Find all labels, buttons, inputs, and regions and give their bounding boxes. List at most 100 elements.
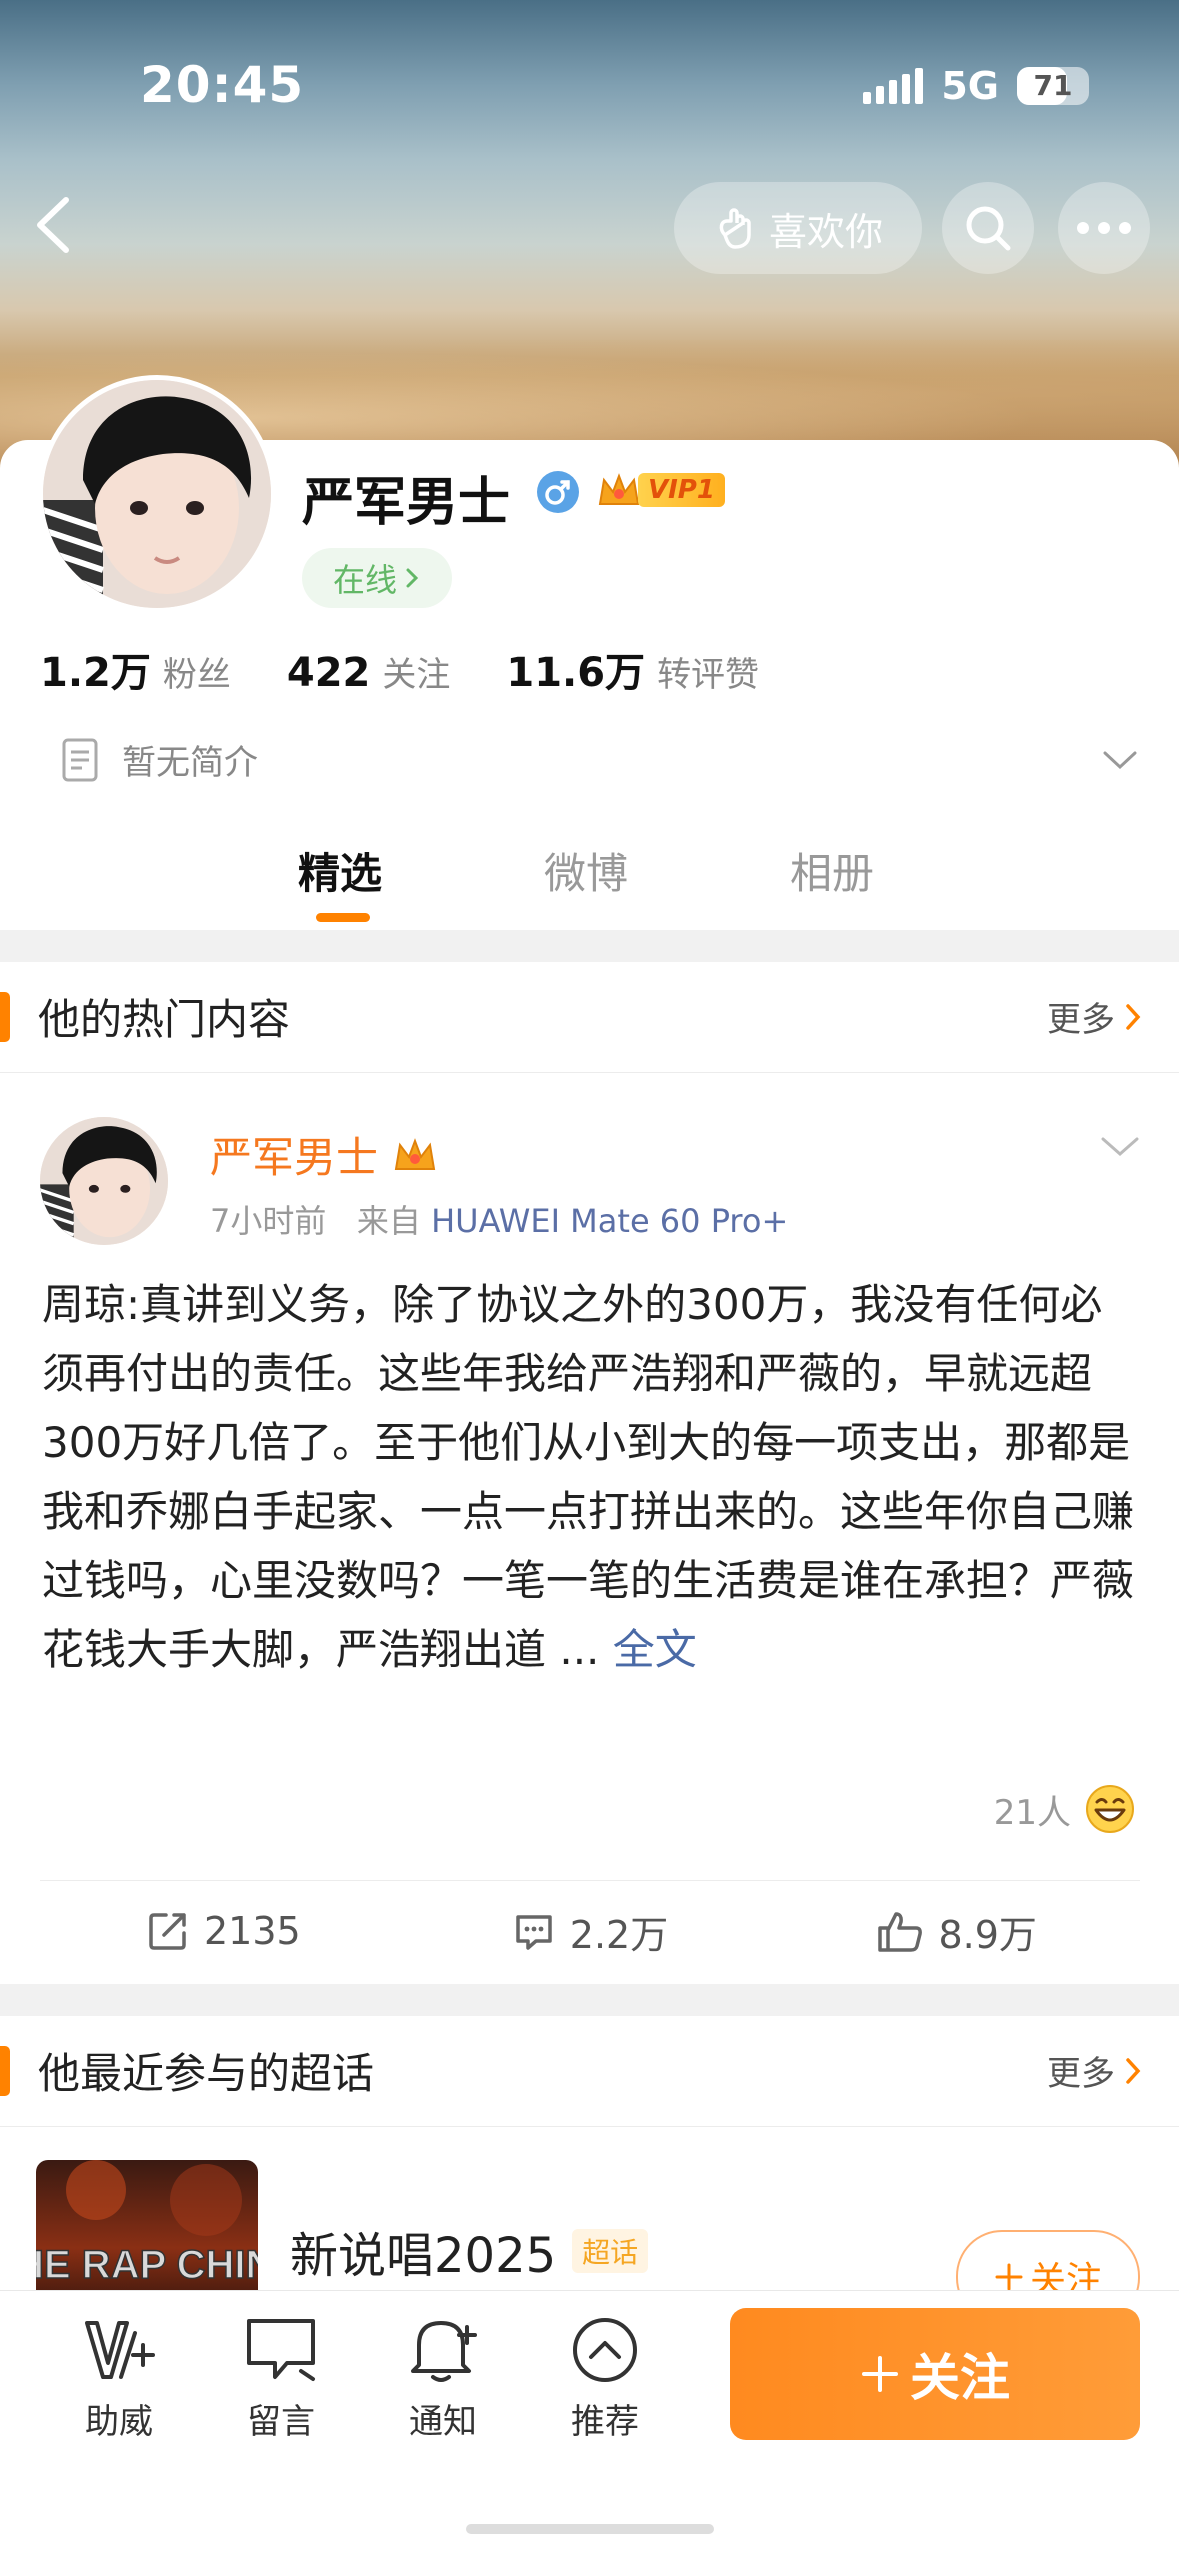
following-count[interactable]: 422 <box>287 650 371 696</box>
battery-icon: 71 <box>1017 67 1089 105</box>
plus-icon <box>995 2263 1023 2291</box>
notify-button[interactable]: 通知 <box>378 2310 508 2443</box>
laughing-emoji-icon <box>1086 1785 1134 1833</box>
like-you-label: 喜欢你 <box>768 209 883 254</box>
recommend-button[interactable]: 推荐 <box>540 2310 670 2443</box>
chevron-right-icon <box>1126 2057 1141 2084</box>
like-count: 8.9万 <box>938 1912 1037 1957</box>
cheer-label: 助威 <box>85 2402 153 2442</box>
battery-level: 71 <box>1033 69 1073 102</box>
thumbs-up-icon <box>878 1912 923 1952</box>
bio-text: 暂无简介 <box>122 743 258 783</box>
topic-more-link[interactable]: 更多 <box>1047 2046 1143 2095</box>
profile-name-text: 严军男士 <box>302 473 511 533</box>
message-icon <box>241 2310 321 2390</box>
expand-bio-button[interactable] <box>1102 748 1138 776</box>
comment-button[interactable]: 2.2万 <box>407 1881 774 1981</box>
section-accent-bar <box>0 2046 10 2096</box>
follow-button[interactable]: 关注 <box>730 2308 1140 2440</box>
finger-heart-icon <box>719 208 751 249</box>
followers-label[interactable]: 粉丝 <box>163 647 231 696</box>
crown-icon <box>394 1137 436 1170</box>
home-indicator <box>466 2524 714 2534</box>
bell-icon <box>403 2310 483 2390</box>
post-meta: 7小时前 来自 HUAWEI Mate 60 Pro+ <box>210 1196 788 1242</box>
more-label: 更多 <box>1047 2054 1115 2094</box>
search-icon <box>966 206 1011 251</box>
cheer-button[interactable]: 助威 <box>54 2310 184 2443</box>
profile-bio[interactable]: 暂无简介 <box>60 735 258 784</box>
super-topic-badge: 超话 <box>572 2229 649 2273</box>
followers-count[interactable]: 1.2万 <box>40 640 151 698</box>
post-source[interactable]: HUAWEI Mate 60 Pro+ <box>431 1202 788 1240</box>
search-button[interactable] <box>942 182 1034 274</box>
post-author-name[interactable]: 严军男士 <box>210 1124 438 1185</box>
online-status[interactable]: 在线 <box>302 548 452 608</box>
engagement-count: 11.6万 <box>506 650 646 696</box>
chevron-left-icon <box>37 197 69 253</box>
hot-content-more-link[interactable]: 更多 <box>1047 992 1143 1041</box>
post-source-prefix: 来自 <box>356 1202 421 1240</box>
chevron-down-icon <box>1101 1137 1139 1157</box>
repost-count: 2135 <box>203 1909 301 1953</box>
network-type: 5G <box>941 64 999 108</box>
message-label: 留言 <box>247 2402 315 2442</box>
hot-content-header: 他的热门内容 更多 <box>0 962 1179 1073</box>
vip-badge[interactable]: VIP1 <box>596 470 725 510</box>
topic-name[interactable]: 新说唱2025 超话 <box>290 2216 649 2286</box>
hot-content-title: 他的热门内容 <box>38 995 291 1044</box>
notify-label: 通知 <box>409 2402 477 2442</box>
message-button[interactable]: 留言 <box>216 2310 346 2443</box>
repost-button[interactable]: 2135 <box>40 1881 407 1981</box>
signal-icon <box>863 68 924 104</box>
post-text: 周琼:真讲到义务，除了协议之外的300万，我没有任何必须再付出的责任。这些年我给… <box>42 1280 1135 1674</box>
post-reactors[interactable]: 21人 <box>994 1784 1135 1834</box>
follow-label: 关注 <box>910 2349 1010 2407</box>
post-author-name-text: 严军男士 <box>210 1133 379 1182</box>
status-time: 20:45 <box>140 56 305 114</box>
online-label: 在线 <box>332 561 397 599</box>
topic-name-text: 新说唱2025 <box>290 2228 557 2284</box>
more-button[interactable] <box>1058 182 1150 274</box>
profile-stats: 1.2万 粉丝 422 关注 11.6万 转评赞 <box>40 640 815 698</box>
profile-avatar[interactable] <box>38 375 276 613</box>
post-time: 7小时前 <box>210 1202 327 1240</box>
tab-album[interactable]: 相册 <box>790 840 874 901</box>
full-text-link[interactable]: 全文 <box>613 1625 697 1674</box>
post-author-avatar[interactable] <box>40 1117 168 1245</box>
plus-icon <box>862 2356 898 2392</box>
document-icon <box>62 738 98 781</box>
cheer-icon <box>79 2310 159 2390</box>
chevron-right-icon <box>406 568 419 588</box>
active-tab-indicator <box>316 913 370 922</box>
more-label: 更多 <box>1047 1000 1115 1040</box>
recommend-label: 推荐 <box>571 2402 639 2442</box>
chevron-down-icon <box>1103 751 1137 770</box>
comment-count: 2.2万 <box>569 1912 669 1957</box>
share-icon <box>149 1913 186 1950</box>
more-dots-icon <box>1077 222 1131 234</box>
like-you-button[interactable]: 喜欢你 <box>674 182 922 274</box>
topic-section-title: 他最近参与的超话 <box>38 2049 375 2098</box>
like-button[interactable]: 8.9万 <box>773 1881 1140 1981</box>
post-actions: 2135 2.2万 8.9万 <box>40 1880 1140 1981</box>
following-label[interactable]: 关注 <box>382 647 450 696</box>
status-indicators: 5G 71 <box>863 62 1089 110</box>
chevron-right-icon <box>1126 1003 1141 1030</box>
reactors-count: 21人 <box>993 1792 1071 1833</box>
gender-male-icon <box>536 470 580 518</box>
section-accent-bar <box>0 992 10 1042</box>
tab-featured[interactable]: 精选 <box>298 840 382 901</box>
avatar-portrait-icon <box>43 380 271 608</box>
profile-name: 严军男士 <box>302 460 510 535</box>
crown-icon <box>598 473 640 505</box>
topic-header: 他最近参与的超话 更多 <box>0 2016 1179 2127</box>
recommend-icon <box>565 2310 645 2390</box>
post-body[interactable]: 周琼:真讲到义务，除了协议之外的300万，我没有任何必须再付出的责任。这些年我给… <box>42 1270 1142 1684</box>
engagement-label: 转评赞 <box>657 655 760 695</box>
post-options-button[interactable] <box>1100 1134 1140 1164</box>
comment-icon <box>516 1915 552 1950</box>
tab-weibo[interactable]: 微博 <box>544 840 628 901</box>
rap-china-logo-text: THE RAP CHINA <box>36 2243 258 2287</box>
back-button[interactable] <box>24 190 84 260</box>
